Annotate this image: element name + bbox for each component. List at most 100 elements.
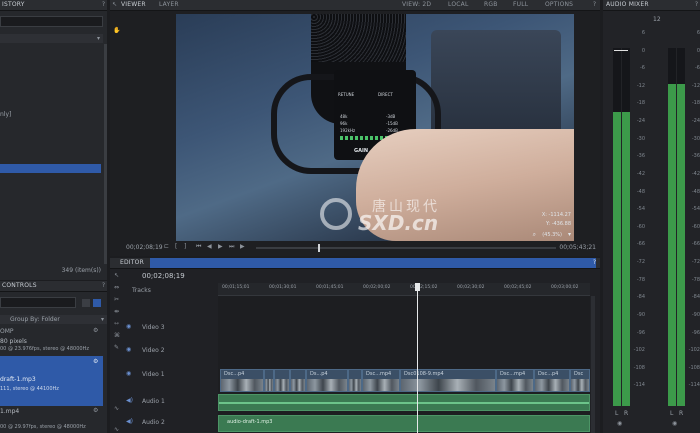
play-icon[interactable]: ▶ [240,243,245,250]
tab-layer[interactable]: LAYER [159,1,179,8]
ripple-tool-icon[interactable]: ⇹ [114,308,119,315]
magnifier-icon[interactable]: ⌕ [533,231,536,238]
full-dropdown[interactable]: FULL [513,1,528,8]
loop-icon[interactable]: ⊏ [164,243,169,250]
razor-tool-icon[interactable]: ✂ [114,296,119,303]
media-item[interactable]: 80 pixels 00 @ 23.976fps, stereo @ 48000… [0,338,105,358]
mute-icon[interactable]: ◉ [617,420,622,427]
video-clip[interactable]: Dsc...mp4 [496,369,534,392]
media-item-title: draft-1.mp3 [0,376,36,383]
track-header-video-3[interactable]: ◉ Video 3 [124,320,218,340]
track-header-audio-2[interactable]: ◀) Audio 2 [124,415,218,433]
channel-label-l: L [670,410,674,417]
slip-tool-icon[interactable]: ⇔ [114,284,119,291]
video-clip[interactable] [348,369,362,392]
skip-forward-icon[interactable]: ⏭ [229,243,234,250]
eye-icon[interactable]: ◉ [126,323,131,330]
local-dropdown[interactable]: LOCAL [448,1,469,8]
zoom-readout[interactable]: (45.3%) [542,232,562,238]
mute-icon[interactable]: ◉ [672,420,677,427]
history-filter-dropdown[interactable]: ▾ [0,34,103,43]
group-by-dropdown[interactable]: Group By: Folder ▾ [0,315,107,324]
editor-active-bar [150,258,596,268]
history-entry[interactable]: nly] [0,111,11,118]
editor-timecode[interactable]: 00;02;08;19 [142,272,185,280]
audio-2-clip[interactable]: audio-draft-1.mp3 [218,415,590,432]
video-frame[interactable]: RETUNE DIRECT -3dB -15dB -26dB 48k 96k 1… [176,14,574,241]
audio-wave-icon[interactable]: ∿ [114,426,119,433]
audio-1-clip[interactable] [218,394,590,411]
chevron-down-icon: ▾ [96,35,100,42]
timeline-ruler[interactable]: 00;01;15;01 00;01;30;01 00;01;45;01 00;0… [218,283,590,296]
clip-thumbnail [307,379,347,391]
history-search-input[interactable] [0,16,103,27]
rolling-tool-icon[interactable]: ⇿ [114,320,119,327]
track-header-video-1[interactable]: ◉ Video 1 [124,367,218,392]
video-clip[interactable] [264,369,274,392]
fader-handle[interactable] [614,50,628,51]
help-icon[interactable]: ? [102,282,105,289]
gear-icon[interactable]: ⚙ [93,407,98,414]
tab-viewer[interactable]: VIEWER [121,1,146,8]
video-clip[interactable]: Dsc...p4 [220,369,264,392]
meter-left-l [613,48,621,406]
eye-icon[interactable]: ◉ [126,346,131,353]
gear-icon[interactable]: ⚙ [93,358,98,365]
rate-tool-icon[interactable]: ⌘ [114,332,120,339]
controls-tab[interactable]: CONTROLS [2,282,37,289]
help-icon[interactable]: ? [593,259,596,266]
video-clip[interactable] [274,369,290,392]
grid-view-icon[interactable] [93,299,101,307]
track-header-video-2[interactable]: ◉ Video 2 [124,343,218,363]
meter-scale-tick: -42 [691,171,700,177]
help-icon[interactable]: ? [695,1,698,8]
pointer-icon[interactable]: ↖ [112,1,117,8]
gear-icon[interactable]: ⚙ [93,327,98,334]
skip-back-icon[interactable]: ⏮ [196,243,201,250]
view-mode-dropdown[interactable]: VIEW: 2D [402,1,431,8]
video-1-lane[interactable]: Dsc...p4 Ds...p4 Dsc...mp4 Dsc0108-9.mp4… [218,369,590,392]
media-item-title: 1.mp4 [0,408,20,415]
meter-scale-tick: -66 [691,241,700,247]
mic-freq: 192kHz [340,128,356,133]
audio-mixer-tab[interactable]: AUDIO MIXER [606,1,649,8]
help-icon[interactable]: ? [102,1,105,8]
eye-icon[interactable]: ◉ [126,370,131,377]
media-search-input[interactable] [0,297,76,308]
video-clip[interactable] [290,369,306,392]
viewer-scrub-handle[interactable] [318,244,320,252]
video-clip[interactable]: Dsc...mp4 [362,369,400,392]
video-clip[interactable]: Dsc0108-9.mp4 [400,369,496,392]
step-back-icon[interactable]: ◀ [207,243,212,250]
video-clip[interactable]: Dsc [570,369,590,392]
hand-icon[interactable]: ✋ [113,27,120,34]
timeline-area[interactable] [218,296,590,433]
in-point-icon[interactable]: [ [175,243,177,250]
playhead[interactable] [417,283,418,433]
step-forward-icon[interactable]: ▶ [218,243,223,250]
chevron-down-icon[interactable]: ▾ [568,231,571,238]
speaker-icon[interactable]: ◀) [126,418,133,425]
editor-tab[interactable]: EDITOR [120,259,144,266]
pen-tool-icon[interactable]: ✎ [114,344,119,351]
viewer-timecode-left[interactable]: 00;02;08;19 [126,244,163,251]
history-scrollbar[interactable] [104,44,107,264]
help-icon[interactable]: ? [593,1,596,8]
pointer-icon[interactable]: ↖ [114,272,119,279]
rgb-dropdown[interactable]: RGB [484,1,498,8]
media-item[interactable]: 1.mp4 00 @ 29.97fps, stereo @ 48000Hz ⚙ [0,407,105,431]
timeline-scrollbar[interactable] [591,296,595,433]
out-point-icon[interactable]: ] [184,243,186,250]
speaker-icon[interactable]: ◀) [126,397,133,404]
video-clip[interactable]: Ds...p4 [306,369,348,392]
audio-wave-icon[interactable]: ∿ [114,405,119,412]
list-view-icon[interactable] [82,299,90,307]
track-header-audio-1[interactable]: ◀) Audio 1 [124,394,218,412]
viewer-scrub-bar[interactable] [256,247,556,249]
history-selected-row[interactable] [0,164,101,173]
media-item-selected[interactable]: draft-1.mp3 111, stereo @ 44100Hz ⚙ [0,356,103,406]
video-clip[interactable]: Dsc...p4 [534,369,570,392]
history-tab[interactable]: ISTORY [2,1,25,8]
playhead-handle[interactable] [415,283,420,291]
options-dropdown[interactable]: OPTIONS [545,1,573,8]
